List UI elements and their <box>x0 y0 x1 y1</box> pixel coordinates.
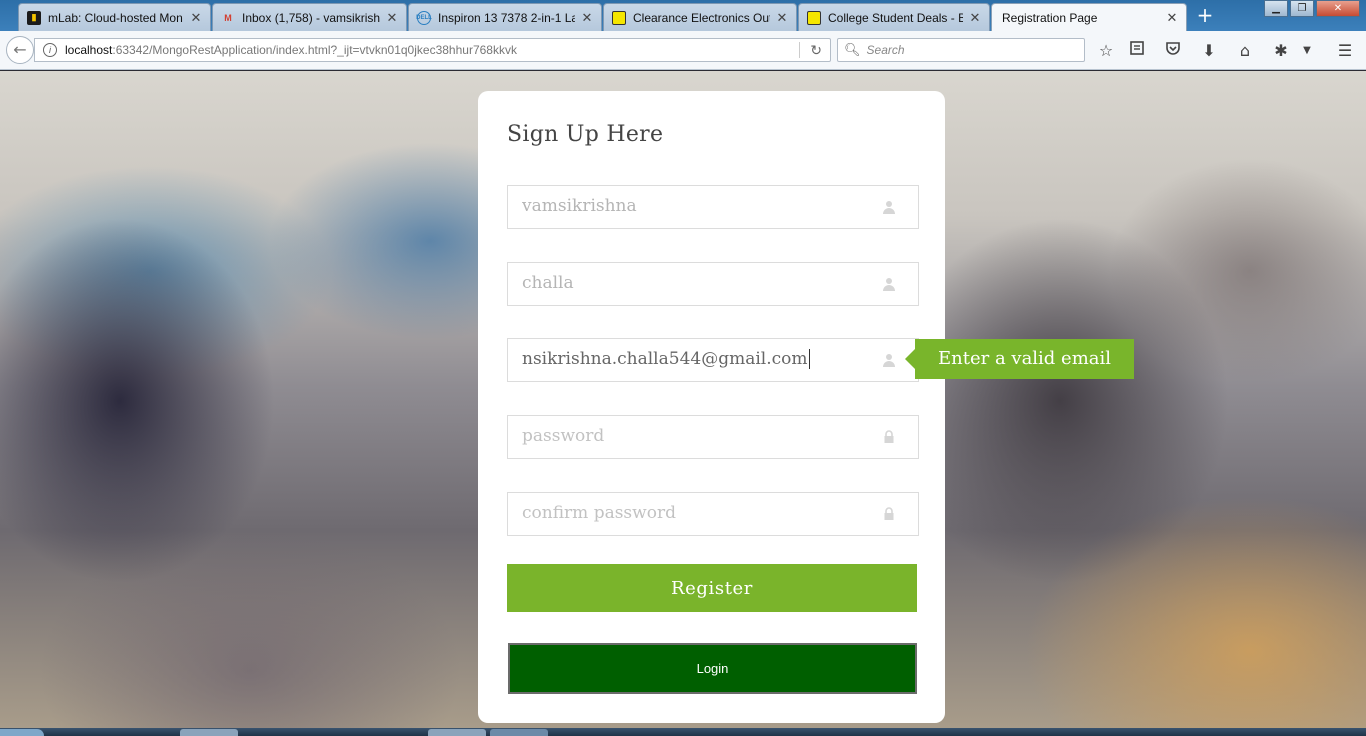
tab-college-deals[interactable]: College Student Deals - Be ✕ <box>798 3 990 31</box>
url-path: :63342/MongoRestApplication/index.html?_… <box>112 43 517 57</box>
maximize-button[interactable]: ❐ <box>1290 0 1314 17</box>
window-controls: ▁ ❐ ✕ <box>1262 0 1360 17</box>
bookmark-star-icon[interactable]: ☆ <box>1095 40 1117 62</box>
chevron-down-icon[interactable]: ▼ <box>1296 40 1318 62</box>
lock-icon <box>884 507 894 520</box>
start-button[interactable] <box>0 729 44 736</box>
first-name-value: vamsikrishna <box>522 196 637 216</box>
tab-title: Inbox (1,758) - vamsikrishn <box>242 10 380 25</box>
back-arrow-icon: ← <box>13 40 27 59</box>
tab-mlab[interactable]: ▮ mLab: Cloud-hosted Mon ✕ <box>18 3 211 31</box>
address-bar[interactable]: i localhost :63342/MongoRestApplication/… <box>34 38 831 62</box>
confirm-password-placeholder: confirm password <box>522 503 676 523</box>
user-icon <box>883 278 895 291</box>
taskbar-item[interactable] <box>180 729 238 736</box>
page-background: Sign Up Here vamsikrishna challa nsikris… <box>0 71 1366 728</box>
browser-tab-bar: ▮ mLab: Cloud-hosted Mon ✕ M Inbox (1,75… <box>0 0 1366 31</box>
search-icon: 🔍︎ <box>844 42 861 57</box>
back-button[interactable]: ← <box>6 36 34 64</box>
os-taskbar <box>0 728 1366 736</box>
page-title: Sign Up Here <box>507 122 664 147</box>
close-icon[interactable]: ✕ <box>969 10 981 26</box>
minimize-button[interactable]: ▁ <box>1264 0 1288 17</box>
user-icon <box>883 201 895 214</box>
password-placeholder: password <box>522 426 605 446</box>
email-value: nsikrishna.challa544@gmail.com <box>522 349 810 369</box>
pocket-icon[interactable] <box>1162 40 1184 62</box>
menu-icon[interactable]: ☰ <box>1334 40 1356 62</box>
tab-registration-page[interactable]: Registration Page ✕ <box>991 3 1187 31</box>
bestbuy-icon <box>612 10 626 25</box>
close-icon[interactable]: ✕ <box>386 10 398 26</box>
tab-clearance[interactable]: Clearance Electronics Outl ✕ <box>603 3 797 31</box>
taskbar-item[interactable] <box>490 729 548 736</box>
login-button[interactable]: Login <box>508 643 917 694</box>
close-icon[interactable]: ✕ <box>776 10 788 26</box>
taskbar-item[interactable] <box>428 729 486 736</box>
tab-dell[interactable]: DELL Inspiron 13 7378 2-in-1 Lap ✕ <box>408 3 602 31</box>
search-placeholder: Search <box>866 43 905 57</box>
tab-title: Registration Page <box>1002 10 1098 25</box>
search-input[interactable]: 🔍︎ Search <box>837 38 1085 62</box>
signup-card: Sign Up Here vamsikrishna challa nsikris… <box>478 91 945 723</box>
tab-title: Inspiron 13 7378 2-in-1 Lap <box>438 10 575 25</box>
close-icon[interactable]: ✕ <box>190 10 202 26</box>
tab-title: Clearance Electronics Outl <box>633 10 770 25</box>
mlab-icon: ▮ <box>27 10 41 25</box>
window-close-button[interactable]: ✕ <box>1316 0 1360 17</box>
reading-list-icon[interactable] <box>1126 40 1148 62</box>
home-icon[interactable]: ⌂ <box>1234 40 1256 62</box>
bestbuy-icon <box>807 10 821 25</box>
email-field[interactable]: nsikrishna.challa544@gmail.com <box>507 338 919 382</box>
validation-tooltip: Enter a valid email <box>904 339 1135 379</box>
new-tab-button[interactable]: + <box>1194 5 1216 27</box>
reload-icon[interactable]: ↻ <box>810 42 822 59</box>
password-field[interactable]: password <box>507 415 919 459</box>
close-icon[interactable]: ✕ <box>1166 10 1178 26</box>
dell-icon: DELL <box>416 10 432 25</box>
tab-gmail[interactable]: M Inbox (1,758) - vamsikrishn ✕ <box>212 3 407 31</box>
info-icon[interactable]: i <box>43 43 57 57</box>
register-button[interactable]: Register <box>507 564 917 612</box>
tab-title: College Student Deals - Be <box>828 10 963 25</box>
close-icon[interactable]: ✕ <box>581 10 593 26</box>
url-divider <box>799 42 800 58</box>
tab-title: mLab: Cloud-hosted Mon <box>48 10 183 25</box>
first-name-field[interactable]: vamsikrishna <box>507 185 919 229</box>
last-name-value: challa <box>522 273 574 293</box>
download-icon[interactable]: ⬇ <box>1198 40 1220 62</box>
lock-icon <box>884 430 894 443</box>
last-name-field[interactable]: challa <box>507 262 919 306</box>
gmail-icon: M <box>224 12 232 23</box>
confirm-password-field[interactable]: confirm password <box>507 492 919 536</box>
browser-nav-bar: ← i localhost :63342/MongoRestApplicatio… <box>0 31 1366 70</box>
url-host: localhost <box>65 43 113 57</box>
user-icon <box>883 354 895 367</box>
extension-icon[interactable]: ✱ <box>1270 40 1292 62</box>
